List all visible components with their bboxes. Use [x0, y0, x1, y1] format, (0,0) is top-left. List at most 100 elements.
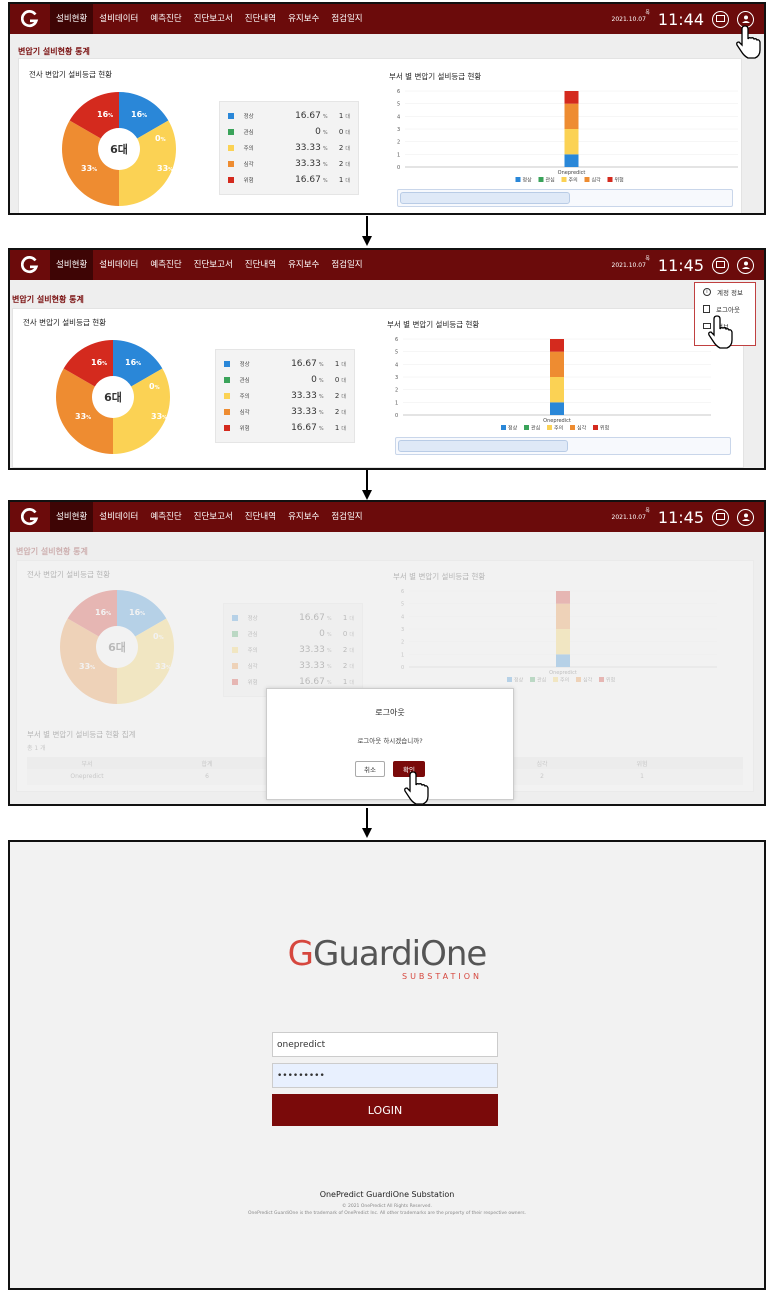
legend-count: 2대 [338, 160, 350, 168]
legend-swatch [224, 409, 230, 415]
menu-item[interactable]: 점검일지 [325, 502, 368, 532]
menu-item[interactable]: 진단보고서 [188, 4, 239, 34]
monitor-icon[interactable] [712, 256, 729, 274]
modal-title: 로그아웃 [375, 708, 405, 717]
login-button[interactable]: LOGIN [272, 1094, 498, 1126]
monitor-icon[interactable] [712, 10, 729, 28]
arrow-down-icon [362, 216, 372, 250]
bar-segment [550, 339, 564, 352]
legend-count: 2대 [334, 392, 346, 400]
logo-icon[interactable] [10, 502, 50, 532]
password-field[interactable]: ••••••••• [272, 1063, 498, 1088]
donut-title: 전사 변압기 설비등급 현황 [27, 570, 111, 579]
y-tick-label: 6 [401, 589, 404, 595]
account-info-item[interactable]: i 계정 정보 [695, 283, 755, 300]
legend-row: 위험 16.67% 1 대 [224, 420, 346, 436]
menu-item[interactable]: 설비데이터 [93, 250, 144, 280]
menu-item[interactable]: 예측진단 [144, 250, 187, 280]
cancel-button[interactable]: 취소 [355, 761, 385, 777]
main-menu: 설비현황 설비데이터 예측진단 진단보고서 진단내역 유지보수 점검일지 [50, 4, 369, 34]
y-tick-label: 2 [395, 388, 398, 394]
y-tick-label: 0 [395, 413, 398, 419]
menu-item[interactable]: 설비데이터 [93, 502, 144, 532]
bar-chart-title: 부서 별 변압기 설비등급 현황 [387, 320, 480, 329]
legend-pct: 33.33% [295, 159, 328, 169]
legend-row: 정상 16.67% 1 대 [224, 356, 346, 372]
bar-legend-label: 심각 [592, 177, 602, 184]
page-title: 변압기 설비현황 통계 [12, 295, 84, 304]
footer-title: OnePredict GuardiOne Substation [319, 1190, 455, 1199]
bar-legend-label: 심각 [577, 425, 587, 432]
legend-pct: 16.67% [295, 111, 328, 121]
menu-item[interactable]: 진단보고서 [188, 250, 239, 280]
menu-item[interactable]: 설비현황 [50, 502, 94, 532]
chart-scrollbar[interactable] [397, 189, 733, 207]
username-field[interactable]: onepredict [272, 1032, 498, 1057]
legend-count: 0대 [334, 376, 346, 384]
scroll-thumb[interactable] [400, 192, 570, 204]
legend-name: 위험 [239, 426, 250, 432]
logo-icon[interactable] [10, 250, 50, 280]
menu-item[interactable]: 점검일지 [325, 250, 368, 280]
table-header: 합계 [201, 760, 213, 768]
legend-swatch [224, 425, 230, 431]
pointer-hand-icon [708, 315, 733, 349]
table-header: 심각 [536, 760, 548, 768]
menu-item[interactable]: 유지보수 [282, 250, 325, 280]
user-icon[interactable] [737, 508, 754, 526]
monitor-icon[interactable] [712, 508, 729, 526]
menu-item[interactable]: 진단내역 [239, 502, 282, 532]
bar-segment [564, 154, 579, 167]
legend-pct: 16.67% [291, 423, 324, 433]
legend-pct: 33.33% [291, 407, 324, 417]
y-tick-label: 0 [401, 665, 404, 671]
bar-legend-label: 정상 [523, 177, 533, 184]
donut-center-label: 6대 [110, 142, 128, 156]
scroll-thumb[interactable] [398, 440, 568, 452]
bar-legend-swatch [547, 425, 552, 430]
y-tick-label: 2 [397, 140, 400, 146]
bar-legend-label: 주의 [560, 677, 569, 684]
legend-count: 0대 [342, 630, 354, 638]
menu-item[interactable]: 설비현황 [50, 4, 94, 34]
legend-name: 심각 [243, 162, 254, 168]
legend-pct: 16.67% [295, 175, 328, 185]
menu-item[interactable]: 점검일지 [325, 4, 368, 34]
chart-scrollbar[interactable] [395, 437, 731, 455]
legend-swatch [232, 679, 238, 685]
bar-legend-swatch [515, 177, 521, 182]
legend-name: 정상 [247, 616, 258, 622]
bar-legend-label: 심각 [583, 677, 593, 684]
top-nav: 설비현황 설비데이터 예측진단 진단보고서 진단내역 유지보수 점검일지 202… [10, 4, 764, 34]
menu-item[interactable]: 예측진단 [144, 4, 187, 34]
logo-icon[interactable] [10, 4, 50, 34]
menu-item[interactable]: 설비현황 [50, 250, 94, 280]
legend-pct: 33.33% [291, 391, 324, 401]
bar-segment [556, 591, 570, 604]
legend-name: 관심 [247, 632, 258, 638]
bar-chart-title: 부서 별 변압기 설비등급 현황 [393, 572, 486, 581]
menu-item[interactable]: 진단보고서 [188, 502, 239, 532]
y-tick-label: 5 [397, 102, 400, 108]
date-label: 2021.10.07 목 [611, 9, 650, 23]
user-icon[interactable] [737, 256, 754, 274]
stats-card: 전사 변압기 설비등급 현황 6대 16% 0% 33% 33% 16% 정상 16.67%… [12, 308, 744, 468]
pointer-hand-icon [736, 25, 761, 59]
menu-item[interactable]: 진단내역 [239, 250, 282, 280]
menu-item[interactable]: 진단내역 [239, 4, 282, 34]
bar-legend-swatch [561, 177, 567, 182]
bar-segment [550, 402, 564, 415]
legend-swatch [228, 145, 234, 151]
menu-item[interactable]: 설비데이터 [93, 4, 144, 34]
y-tick-label: 3 [397, 127, 400, 133]
menu-item[interactable]: 유지보수 [282, 4, 325, 34]
main-menu: 설비현황 설비데이터 예측진단 진단보고서 진단내역 유지보수 점검일지 [50, 502, 369, 532]
bar-segment [550, 351, 564, 377]
x-category-label: Onepredict [543, 418, 571, 424]
legend-row: 관심 0% 0 대 [224, 372, 346, 388]
menu-item[interactable]: 유지보수 [282, 502, 325, 532]
menu-item[interactable]: 예측진단 [144, 502, 187, 532]
y-tick-label: 2 [401, 640, 404, 646]
legend-pct: 16.67% [299, 677, 332, 687]
clock: 11:45 [657, 255, 704, 275]
